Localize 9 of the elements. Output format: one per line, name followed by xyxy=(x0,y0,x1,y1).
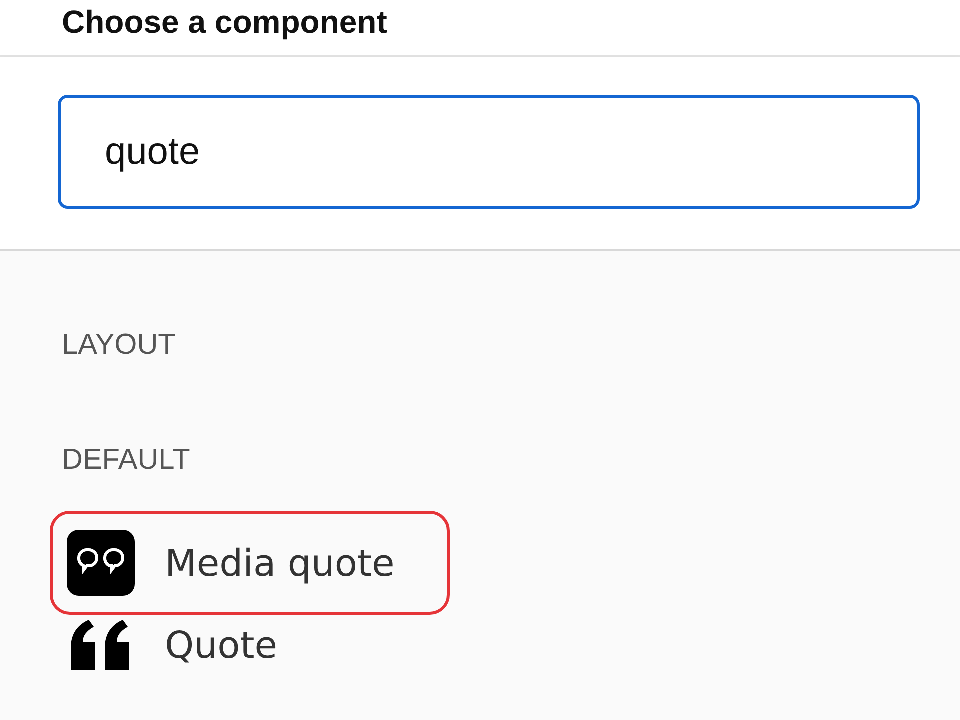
component-label: Media quote xyxy=(165,542,395,584)
component-label: Quote xyxy=(165,624,278,666)
speech-bubbles-icon xyxy=(67,530,135,596)
search-field[interactable]: quote xyxy=(58,95,920,209)
dialog-title: Choose a component xyxy=(62,4,388,41)
section-heading: LAYOUT xyxy=(62,329,176,362)
component-item[interactable]: Media quote xyxy=(50,511,450,615)
component-item[interactable]: Quote xyxy=(50,615,332,689)
section-heading: DEFAULT xyxy=(62,444,190,477)
